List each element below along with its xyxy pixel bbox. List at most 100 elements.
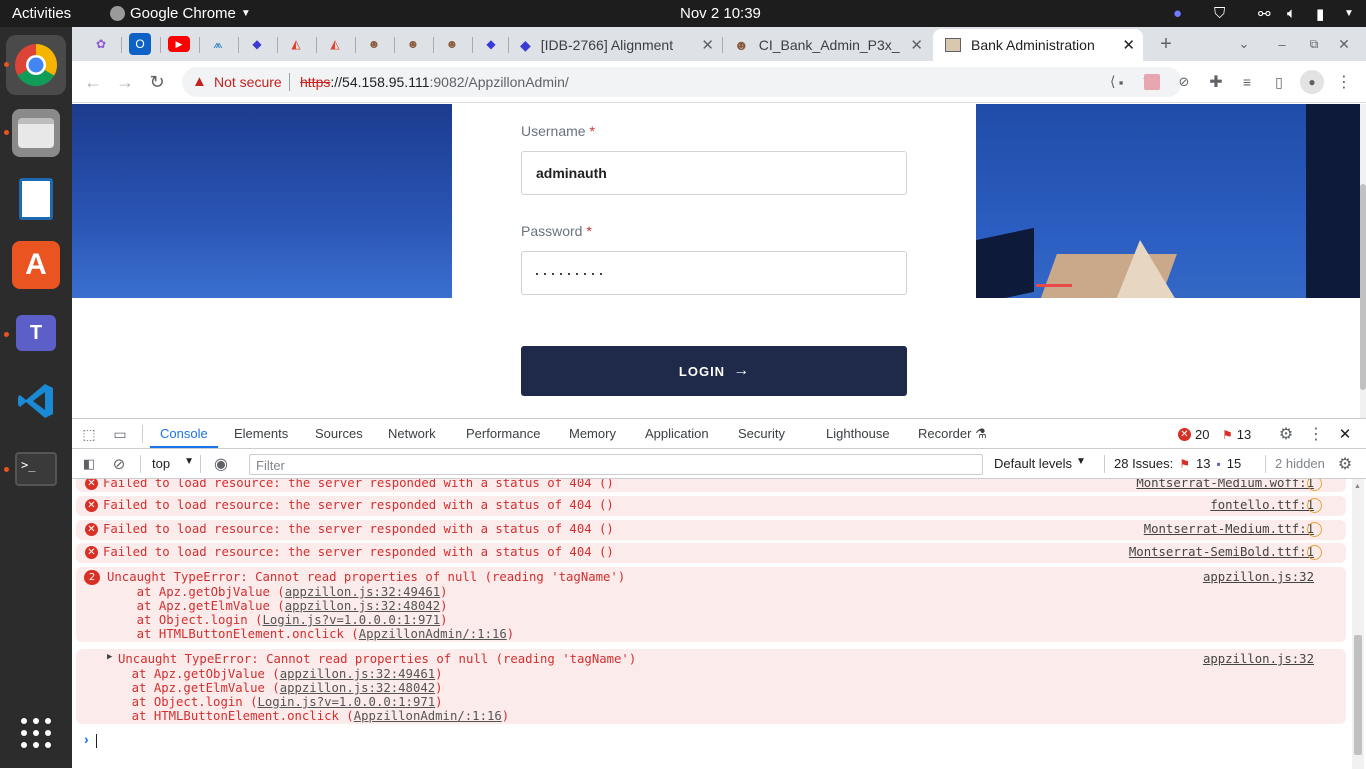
extensions-puzzle-icon[interactable]: ✚ (1206, 72, 1226, 92)
reload-button[interactable]: ↻ (146, 71, 168, 93)
page-scrollbar[interactable] (1360, 104, 1366, 418)
pinned-tab-jenkins-2[interactable]: ☻ (402, 33, 424, 55)
source-link[interactable]: fontello.ttf:1 (1210, 498, 1314, 512)
issue-counter[interactable]: ⚑ 13 (1222, 427, 1251, 442)
console-settings-gear-icon[interactable]: ⚙ (1336, 454, 1354, 474)
insights-icon[interactable] (1307, 479, 1322, 491)
chrome-menu-button[interactable]: ⋮ (1334, 71, 1354, 93)
system-menu-caret-icon[interactable]: ▼ (1344, 8, 1354, 19)
pinned-tab-gitlab-2[interactable]: ◭ (324, 33, 346, 55)
expand-triangle-icon[interactable]: ▶ (107, 652, 112, 662)
device-toolbar-icon[interactable]: ▭ (110, 425, 130, 443)
clock[interactable]: Nov 2 10:39 (680, 5, 761, 22)
pinned-tab-jenkins-3[interactable]: ☻ (441, 33, 463, 55)
devtools-tab-memory[interactable]: Memory (569, 426, 616, 441)
extension-2-icon[interactable] (1143, 73, 1161, 91)
clear-console-icon[interactable]: ⊘ (110, 455, 128, 473)
pinned-tab-gitlab-1[interactable]: ◭ (285, 33, 307, 55)
new-tab-button[interactable]: + (1154, 32, 1178, 56)
devtools-tab-elements[interactable]: Elements (234, 426, 288, 441)
console-prompt[interactable]: › (84, 731, 1334, 749)
stack-link[interactable]: appzillon.js:32:49461 (280, 667, 435, 681)
maximize-button[interactable]: ⧉ (1304, 34, 1324, 54)
devtools-tab-console[interactable]: Console (160, 426, 208, 441)
devtools-tab-application[interactable]: Application (645, 426, 709, 441)
pinned-tab-1[interactable]: ✿ (90, 33, 112, 55)
close-window-button[interactable]: ✕ (1334, 34, 1354, 54)
insights-icon[interactable] (1307, 545, 1322, 560)
login-button[interactable]: LOGIN → (521, 346, 907, 396)
log-levels-dropdown[interactable]: Default levels ▼ (994, 456, 1086, 471)
stack-link[interactable]: AppzillonAdmin/:1:16 (354, 709, 502, 723)
close-tab-icon[interactable]: ✕ (1122, 36, 1135, 54)
console-scrollbar[interactable]: ▲ (1352, 479, 1364, 769)
devtools-tab-performance[interactable]: Performance (466, 426, 540, 441)
stack-link[interactable]: appzillon.js:32:48042 (280, 681, 435, 695)
source-link[interactable]: Montserrat-Medium.ttf:1 (1144, 522, 1314, 536)
tab-idb-2766[interactable]: ◆ [IDB-2766] Alignment ✕ (512, 29, 722, 61)
tab-bank-administration[interactable]: Bank Administration ✕ (933, 29, 1143, 61)
settings-gear-icon[interactable]: ⚙ (1276, 424, 1296, 444)
extension-1-icon[interactable]: ▪ (1112, 73, 1130, 91)
chrome-dock-icon[interactable] (6, 35, 66, 95)
stack-link[interactable]: AppzillonAdmin/:1:16 (359, 627, 507, 641)
source-link[interactable]: Montserrat-Medium.woff:1 (1136, 479, 1314, 490)
profile-avatar[interactable]: ● (1300, 70, 1324, 94)
network-icon[interactable]: ⚯ (1258, 5, 1271, 23)
devtools-tab-network[interactable]: Network (388, 426, 436, 441)
source-link[interactable]: appzillon.js:32 (1203, 570, 1314, 584)
tab-ci-bank-admin[interactable]: ☻ CI_Bank_Admin_P3x_ ✕ (726, 29, 931, 61)
insights-icon[interactable] (1307, 522, 1322, 537)
console-error-row[interactable]: ✕ Failed to load resource: the server re… (76, 496, 1346, 516)
stack-link[interactable]: appzillon.js:32:48042 (285, 599, 440, 613)
source-link[interactable]: appzillon.js:32 (1203, 652, 1314, 666)
forward-button[interactable]: → (114, 71, 136, 93)
context-selector[interactable]: top ▼ (152, 456, 194, 471)
teams-tray-icon[interactable]: ● (1173, 5, 1182, 22)
console-error-row[interactable]: ✕ Failed to load resource: the server re… (76, 520, 1346, 540)
close-tab-icon[interactable]: ✕ (910, 36, 923, 54)
sidebar-toggle-icon[interactable]: ◧ (80, 456, 98, 472)
writer-dock-icon[interactable] (12, 175, 60, 223)
volume-icon[interactable]: 🔈︎ (1287, 5, 1296, 22)
terminal-dock-icon[interactable]: >_ (12, 445, 60, 493)
tab-search-button[interactable]: ⌄ (1234, 34, 1254, 54)
close-tab-icon[interactable]: ✕ (701, 36, 714, 54)
stack-link[interactable]: Login.js?v=1.0.0.0:1:971 (262, 613, 440, 627)
minimize-button[interactable]: – (1272, 34, 1292, 54)
show-apps-button[interactable] (12, 709, 60, 757)
media-queue-icon[interactable]: ≡ (1237, 72, 1257, 92)
devtools-tab-recorder[interactable]: Recorder ⚗ (918, 426, 987, 442)
error-counter[interactable]: ✕ 20 (1178, 427, 1209, 442)
pinned-tab-outlook[interactable]: O (129, 33, 151, 55)
devtools-tab-sources[interactable]: Sources (315, 426, 363, 441)
security-chip[interactable]: Not secure (214, 74, 282, 90)
software-dock-icon[interactable]: A (12, 241, 60, 289)
console-error-row[interactable]: ✕ Failed to load resource: the server re… (76, 479, 1346, 492)
insights-icon[interactable] (1307, 498, 1322, 513)
console-exception-group[interactable]: 2 Uncaught TypeError: Cannot read proper… (76, 567, 1346, 642)
devtools-menu-icon[interactable]: ⋮ (1308, 424, 1324, 444)
vscode-dock-icon[interactable] (12, 377, 60, 425)
source-link[interactable]: Montserrat-SemiBold.ttf:1 (1129, 545, 1314, 559)
battery-icon[interactable]: ▮ (1316, 5, 1324, 23)
pinned-tab-jenkins-1[interactable]: ☻ (363, 33, 385, 55)
stack-link[interactable]: appzillon.js:32:49461 (285, 585, 440, 599)
pinned-tab-youtube[interactable]: ▶ (168, 36, 190, 52)
omnibox[interactable]: ▲ Not secure https://54.158.95.111:9082/… (182, 67, 1182, 97)
pinned-tab-4[interactable]: ⩕ (207, 33, 229, 55)
console-exception-group[interactable]: ▶ Uncaught TypeError: Cannot read proper… (76, 649, 1346, 724)
pinned-tab-jira-1[interactable]: ◆ (246, 33, 268, 55)
files-dock-icon[interactable] (12, 109, 60, 157)
devtools-tab-lighthouse[interactable]: Lighthouse (826, 426, 890, 441)
app-menu[interactable]: Google Chrome ▼ (110, 5, 251, 22)
pinned-tab-jira-2[interactable]: ◆ (480, 33, 502, 55)
back-button[interactable]: ← (82, 71, 104, 93)
password-field[interactable]: ········· (521, 251, 907, 295)
shield-tray-icon[interactable]: ⛉ (1214, 5, 1225, 22)
activities-button[interactable]: Activities (12, 5, 71, 22)
console-error-row[interactable]: ✕ Failed to load resource: the server re… (76, 543, 1346, 563)
live-expression-eye-icon[interactable]: ◉ (210, 454, 232, 474)
close-devtools-icon[interactable]: ✕ (1336, 424, 1354, 444)
issues-button[interactable]: 28 Issues: ⚑ 13 ▪ 15 (1114, 456, 1241, 471)
